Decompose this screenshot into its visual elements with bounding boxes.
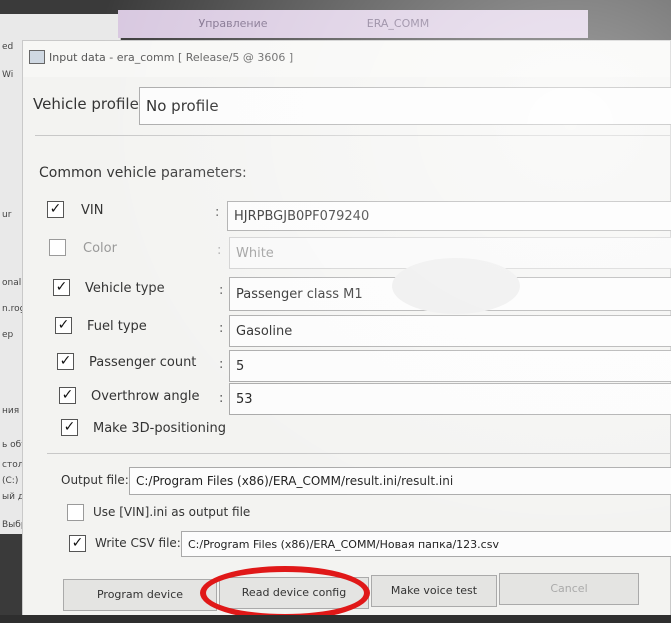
check-mark-icon: ✓ <box>59 353 72 369</box>
check-mark-icon: ✓ <box>63 419 76 435</box>
check-mark-icon: ✓ <box>61 387 74 403</box>
write-csv-checkbox[interactable]: ✓ <box>69 535 86 552</box>
fuel-type-checkbox[interactable]: ✓ <box>55 317 72 334</box>
passenger-count-checkbox[interactable]: ✓ <box>57 353 74 370</box>
vin-label: VIN <box>81 203 104 218</box>
separator: : <box>219 283 224 298</box>
vehicle-profile-label: Vehicle profile: <box>33 95 144 113</box>
bg-label: ed <box>2 42 14 52</box>
dialog-titlebar: Input data - era_comm [ Release/5 @ 3606… <box>23 41 670 77</box>
divider <box>47 453 670 454</box>
overthrow-angle-input[interactable]: 53 <box>229 383 671 415</box>
vehicle-type-checkbox[interactable]: ✓ <box>53 279 70 296</box>
check-mark-icon: ✓ <box>55 279 68 295</box>
vehicle-profile-select[interactable]: No profile <box>139 87 671 125</box>
divider <box>35 135 670 136</box>
use-vin-label: Use [VIN].ini as output file <box>93 505 251 519</box>
overthrow-angle-checkbox[interactable]: ✓ <box>59 387 76 404</box>
color-checkbox[interactable] <box>49 239 66 256</box>
common-params-title: Common vehicle parameters: <box>39 165 247 181</box>
redaction-blur <box>392 258 520 314</box>
read-device-config-button[interactable]: Read device config <box>219 577 369 609</box>
separator: : <box>219 321 224 336</box>
write-csv-label: Write CSV file: <box>95 536 181 550</box>
output-file-input[interactable]: C:/Program Files (x86)/ERA_COMM/result.i… <box>129 467 671 495</box>
passenger-count-input[interactable]: 5 <box>229 350 671 382</box>
bg-label: onal <box>2 278 22 288</box>
color-label: Color <box>83 241 117 256</box>
background-tabbar: Управление ERA_COMM <box>118 10 588 38</box>
output-file-label: Output file: <box>61 473 129 487</box>
cancel-button[interactable]: Cancel <box>499 573 639 605</box>
write-csv-input[interactable]: C:/Program Files (x86)/ERA_COMM/Новая па… <box>181 531 671 557</box>
fuel-type-select[interactable]: Gasoline <box>229 315 671 347</box>
bg-label: стол <box>2 460 24 470</box>
check-mark-icon: ✓ <box>71 535 84 551</box>
vin-checkbox[interactable]: ✓ <box>47 201 64 218</box>
bg-label: ния <box>2 406 20 416</box>
check-mark-icon: ✓ <box>57 317 70 333</box>
bg-tab-era-comm[interactable]: ERA_COMM <box>308 10 488 38</box>
window-icon <box>29 50 45 64</box>
separator: : <box>217 243 222 258</box>
vehicle-type-label: Vehicle type <box>85 281 165 296</box>
separator: : <box>219 391 224 406</box>
fuel-type-label: Fuel type <box>87 319 147 334</box>
make-voice-test-button[interactable]: Make voice test <box>371 575 497 607</box>
separator: : <box>215 205 220 220</box>
passenger-count-label: Passenger count <box>89 355 197 370</box>
overthrow-angle-label: Overthrow angle <box>91 389 200 404</box>
make-3d-checkbox[interactable]: ✓ <box>61 419 78 436</box>
use-vin-checkbox[interactable] <box>67 504 84 521</box>
bg-tab-manage[interactable]: Управление <box>138 10 328 38</box>
monitor-bezel <box>0 615 671 623</box>
bg-label: (C:) <box>2 476 19 486</box>
bg-label: ер <box>2 330 14 340</box>
program-device-button[interactable]: Program device <box>63 579 217 611</box>
vin-input[interactable]: HJRPBGJB0PF079240 <box>227 201 671 231</box>
separator: : <box>219 357 224 372</box>
make-3d-label: Make 3D-positioning <box>93 421 226 436</box>
dialog-title: Input data - era_comm [ Release/5 @ 3606… <box>49 51 294 64</box>
bg-label: Wi <box>2 70 14 80</box>
bg-label: ur <box>2 210 12 220</box>
input-data-dialog: Input data - era_comm [ Release/5 @ 3606… <box>22 40 671 623</box>
check-mark-icon: ✓ <box>49 201 62 217</box>
